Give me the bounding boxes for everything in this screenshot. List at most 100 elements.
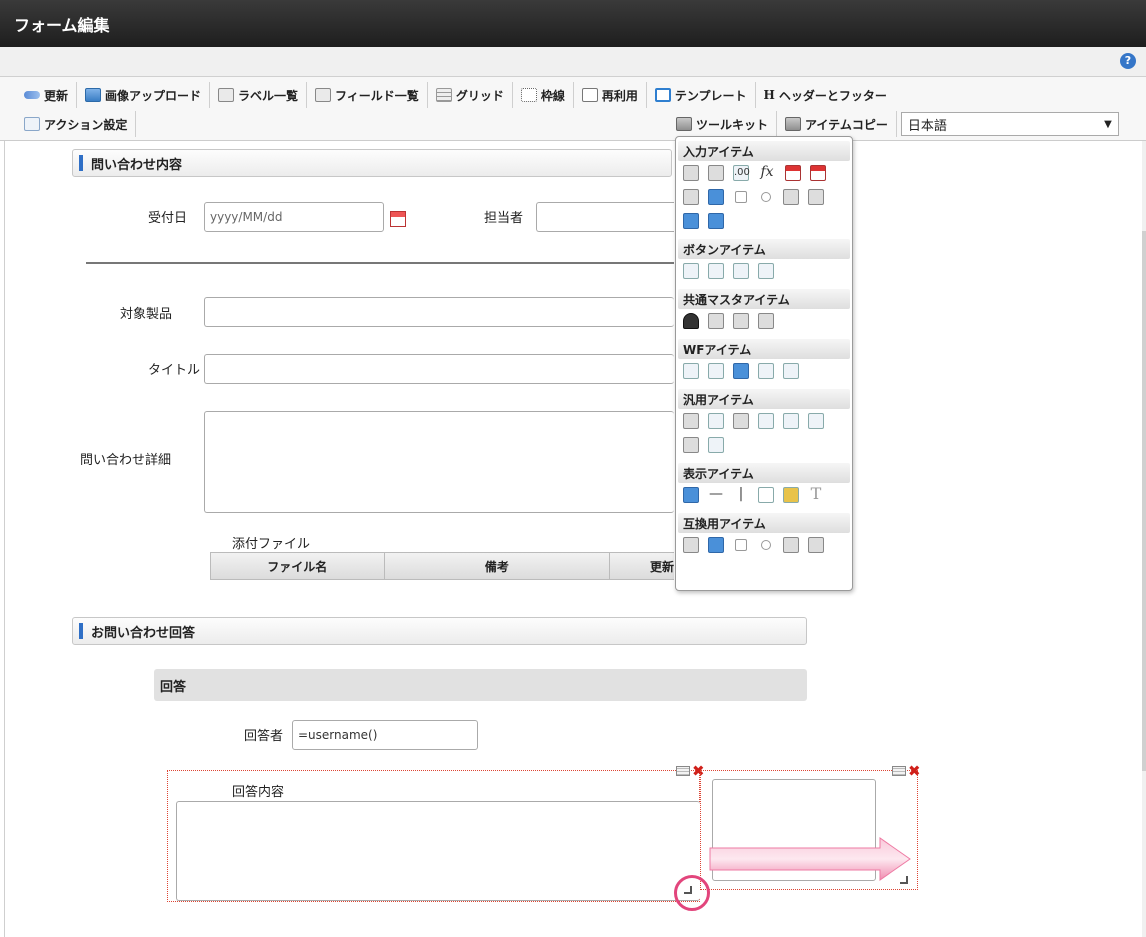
arrow-right-icon bbox=[709, 837, 911, 881]
palette-row-master bbox=[678, 309, 850, 337]
radio-icon[interactable] bbox=[761, 540, 771, 550]
user-icon[interactable] bbox=[683, 313, 699, 329]
template-icon bbox=[654, 88, 671, 102]
list-box-icon[interactable] bbox=[708, 537, 724, 553]
assignee-input[interactable] bbox=[536, 202, 674, 232]
column-header-notes[interactable]: 備考 bbox=[385, 553, 611, 579]
grid-label: グリッド bbox=[455, 88, 504, 103]
public-group-icon[interactable] bbox=[733, 313, 749, 329]
header-footer-button[interactable]: H ヘッダーとフッター bbox=[756, 82, 895, 108]
select-icon[interactable] bbox=[683, 537, 699, 553]
calendar-icon[interactable] bbox=[390, 211, 406, 227]
column-header-filename[interactable]: ファイル名 bbox=[211, 553, 385, 579]
image-icon[interactable] bbox=[733, 363, 749, 379]
label-list-button[interactable]: ラベル一覧 bbox=[210, 82, 308, 108]
update-button[interactable]: 更新 bbox=[16, 82, 78, 108]
language-select[interactable]: 日本語 ▼ bbox=[900, 112, 1119, 136]
product-input[interactable] bbox=[204, 297, 674, 327]
stamp-icon[interactable] bbox=[783, 363, 799, 379]
column-header-updated[interactable]: 更新 bbox=[610, 553, 674, 579]
media-icon[interactable] bbox=[708, 437, 724, 453]
back-button-icon[interactable] bbox=[733, 263, 749, 279]
delete-icon[interactable]: ✖ bbox=[908, 764, 921, 779]
properties-icon[interactable] bbox=[892, 766, 906, 776]
register-button-icon[interactable] bbox=[683, 263, 699, 279]
image-icon bbox=[85, 88, 102, 102]
answer-subheader[interactable]: 回答 bbox=[154, 669, 807, 701]
form-canvas: 問い合わせ内容 受付日 yyyy/MM/dd 担当者 対象製品 タイトル 問い合… bbox=[0, 141, 1146, 937]
answer-content-textarea[interactable] bbox=[176, 801, 700, 901]
checkbox-icon[interactable] bbox=[735, 539, 747, 551]
help-icon[interactable]: ? bbox=[1120, 53, 1136, 69]
listbox-icon[interactable] bbox=[808, 189, 824, 205]
organization-icon[interactable] bbox=[708, 313, 724, 329]
camera-icon[interactable] bbox=[733, 413, 749, 429]
toolkit-button[interactable]: ツールキット bbox=[668, 111, 778, 137]
frame-icon bbox=[520, 88, 537, 102]
palette-row-input: .00 fx bbox=[678, 161, 850, 237]
document-icon[interactable] bbox=[708, 413, 724, 429]
title-input[interactable] bbox=[204, 354, 674, 384]
label-icon[interactable] bbox=[683, 487, 699, 503]
responder-input[interactable]: =username() bbox=[292, 720, 478, 750]
box-icon[interactable] bbox=[758, 487, 774, 503]
return-button-icon[interactable] bbox=[758, 263, 774, 279]
paperclip-icon[interactable] bbox=[708, 363, 724, 379]
picture-icon[interactable] bbox=[783, 487, 799, 503]
vertical-scrollbar[interactable] bbox=[1142, 141, 1146, 937]
palette-category-input: 入力アイテム bbox=[678, 141, 850, 161]
file-download-icon[interactable] bbox=[808, 413, 824, 429]
reuse-button[interactable]: 再利用 bbox=[574, 82, 647, 108]
radio-icon[interactable] bbox=[761, 192, 771, 202]
text-icon[interactable]: T bbox=[808, 486, 824, 503]
chevron-down-icon: ▼ bbox=[1104, 118, 1112, 130]
pulldown-icon[interactable] bbox=[783, 189, 799, 205]
answer-content-label: 回答内容 bbox=[232, 785, 285, 800]
received-date-input[interactable]: yyyy/MM/dd bbox=[204, 202, 384, 232]
vertical-line-icon[interactable]: | bbox=[733, 487, 749, 503]
properties-icon[interactable] bbox=[676, 766, 690, 776]
template-button[interactable]: テンプレート bbox=[647, 82, 756, 108]
hidden-field-icon[interactable] bbox=[683, 413, 699, 429]
role-icon[interactable] bbox=[758, 313, 774, 329]
section-header-answer[interactable]: お問い合わせ回答 bbox=[72, 617, 807, 645]
checkbox-icon[interactable] bbox=[735, 191, 747, 203]
divider-line bbox=[86, 262, 674, 264]
select-icon[interactable] bbox=[683, 189, 699, 205]
listbox-icon[interactable] bbox=[808, 537, 824, 553]
grid-button[interactable]: グリッド bbox=[428, 82, 513, 108]
scrollbar-thumb[interactable] bbox=[1142, 231, 1146, 771]
date-range-icon[interactable] bbox=[810, 165, 826, 181]
forward-button-icon[interactable] bbox=[708, 263, 724, 279]
formula-icon[interactable]: fx bbox=[758, 165, 776, 181]
frame-button[interactable]: 枠線 bbox=[513, 82, 574, 108]
grid-icon bbox=[435, 88, 452, 102]
item-copy-button[interactable]: アイテムコピー bbox=[777, 111, 897, 137]
section-header-inquiry[interactable]: 問い合わせ内容 bbox=[72, 149, 672, 177]
image-upload-button[interactable]: 画像アップロード bbox=[77, 82, 211, 108]
header-icon: H bbox=[763, 88, 775, 102]
palette-category-master: 共通マスタアイテム bbox=[678, 289, 850, 309]
clipboard-icon[interactable] bbox=[683, 363, 699, 379]
calendar-icon[interactable] bbox=[785, 165, 801, 181]
action-settings-button[interactable]: アクション設定 bbox=[16, 111, 137, 137]
table-icon[interactable] bbox=[708, 213, 724, 229]
pulldown-icon[interactable] bbox=[783, 537, 799, 553]
textarea-icon[interactable] bbox=[708, 165, 724, 181]
header-footer-label: ヘッダーとフッター bbox=[778, 88, 887, 103]
action-settings-label: アクション設定 bbox=[44, 117, 128, 132]
field-list-button[interactable]: フィールド一覧 bbox=[307, 82, 428, 108]
number-icon[interactable]: .00 bbox=[733, 165, 750, 181]
upload-icon[interactable] bbox=[683, 213, 699, 229]
list-box-icon[interactable] bbox=[708, 189, 724, 205]
textbox-icon[interactable] bbox=[683, 165, 699, 181]
file-link-icon[interactable] bbox=[783, 413, 799, 429]
horizontal-line-icon[interactable]: — bbox=[708, 487, 724, 503]
search-icon[interactable] bbox=[758, 413, 774, 429]
section-accent-bar bbox=[79, 623, 83, 639]
section-title: 問い合わせ内容 bbox=[91, 157, 183, 173]
panel-icon[interactable] bbox=[683, 437, 699, 453]
history-icon[interactable] bbox=[758, 363, 774, 379]
palette-row-button bbox=[678, 259, 850, 287]
detail-textarea[interactable] bbox=[204, 411, 674, 513]
